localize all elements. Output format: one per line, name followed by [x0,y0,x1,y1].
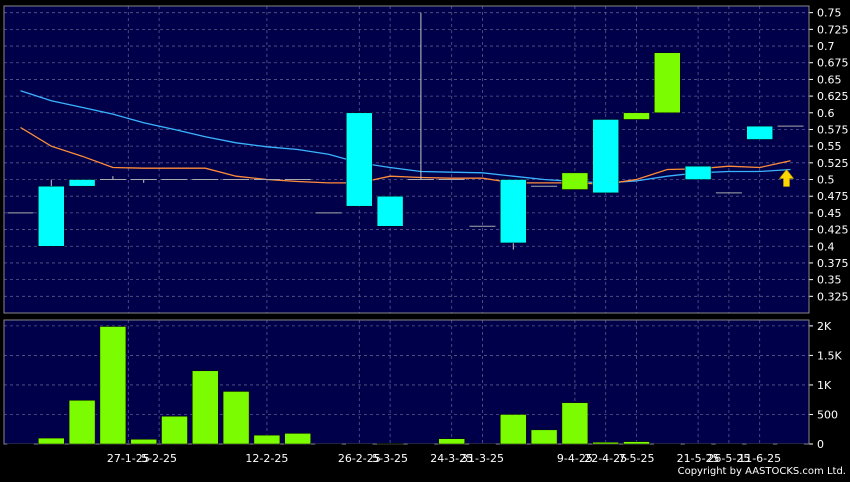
price-tick-label: 0.425 [817,224,849,237]
price-tick-label: 0.45 [817,207,842,220]
volume-bar [130,439,157,445]
price-tick-label: 0.675 [817,57,849,70]
price-tick-label: 0.375 [817,257,849,270]
x-tick-label: 7-5-25 [619,452,655,465]
price-tick-label: 0.475 [817,190,849,203]
copyright-text: Copyright by AASTOCKS.com Ltd. [677,466,846,477]
volume-bar [192,370,219,445]
candle-body [500,179,527,244]
candle-body [38,185,65,247]
chart-svg: 0.325 0.35 0.375 0.4 0.425 0.45 0.475 0.5 0.525 0… [3,5,849,465]
volume-bar [68,400,96,445]
price-panel [4,6,809,313]
volume-tick-label: 2K [817,320,832,333]
volume-bar [253,434,281,445]
volume-bar [284,433,311,445]
price-tick-label: 0.55 [817,140,842,153]
volume-bar [407,443,435,445]
volume-bar [222,391,250,445]
volume-bar [38,437,65,445]
volume-bar [684,443,712,445]
x-tick-label: 31-3-25 [461,452,504,465]
price-tick-label: 0.35 [817,274,842,287]
price-tick-label: 0.4 [817,240,835,253]
volume-bar [592,441,619,445]
candle-body [346,112,373,207]
volume-bar [746,443,773,445]
price-tick-label: 0.325 [817,290,849,303]
price-tick-label: 0.525 [817,157,849,170]
volume-bar [715,443,743,445]
volume-tick-label: 1.5K [817,349,842,362]
volume-bar [438,438,465,445]
candle-body [561,172,589,190]
volume-bar [500,414,527,445]
price-tick-label: 0.7 [817,40,835,53]
x-tick-label: 12-2-25 [245,452,288,465]
volume-tick-label: 0 [817,438,824,451]
volume-bar [623,441,650,445]
candle-body [684,165,712,180]
x-tick-label: 11-6-25 [738,452,781,465]
volume-tick-label: 1K [817,379,832,392]
volume-bar [777,443,804,445]
volume-bar [530,429,558,445]
volume-bar [561,402,589,445]
price-tick-label: 0.575 [817,123,849,136]
price-tick-label: 0.75 [817,7,842,20]
price-tick-label: 0.625 [817,90,849,103]
volume-bar [315,443,342,445]
volume-bar [469,443,496,445]
candle-body [376,195,404,227]
candle-body [746,125,773,140]
volume-tick-label: 500 [817,408,838,421]
volume-bar [346,443,373,445]
x-tick-label: 5-3-25 [372,452,408,465]
candle-body [623,112,650,120]
volume-bar [161,415,188,445]
volume-bar [376,443,404,445]
price-tick-label: 0.6 [817,107,835,120]
stock-chart: 0.325 0.35 0.375 0.4 0.425 0.45 0.475 0.5 0.525 0… [0,0,850,478]
volume-bar [7,443,34,445]
volume-bar [654,443,681,445]
price-tick-label: 0.65 [817,73,842,86]
candle-body [592,119,619,194]
price-tick-label: 0.5 [817,174,835,187]
x-tick-label: 5-2-25 [141,452,177,465]
candle-body [654,52,681,114]
price-tick-label: 0.725 [817,23,849,36]
volume-bar [99,326,127,445]
candle-body [68,179,96,187]
